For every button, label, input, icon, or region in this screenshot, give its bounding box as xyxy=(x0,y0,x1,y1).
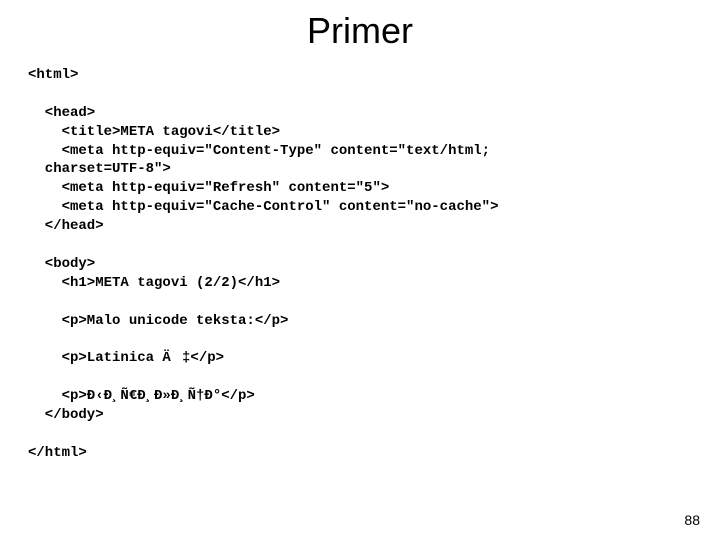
code-line: </body> xyxy=(28,407,104,423)
code-line: <meta http-equiv="Cache-Control" content… xyxy=(28,199,498,215)
code-line: <p>Đ‹Đ¸Ñ€Đ¸Đ»Đ¸Ñ†Đ°</p> xyxy=(28,388,255,404)
code-line: <head> xyxy=(28,105,95,121)
code-line: charset=UTF-8"> xyxy=(28,161,171,177)
code-line: </head> xyxy=(28,218,104,234)
slide-title: Primer xyxy=(0,0,720,52)
code-line: <body> xyxy=(28,256,95,272)
code-line: <p>Latinica Ä‡</p> xyxy=(28,350,224,366)
code-line: <meta http-equiv="Content-Type" content=… xyxy=(28,143,490,159)
code-line: <p>Malo unicode teksta:</p> xyxy=(28,313,288,329)
code-line: <meta http-equiv="Refresh" content="5"> xyxy=(28,180,389,196)
code-line: <title>META tagovi</title> xyxy=(28,124,280,140)
code-block: <html> <head> <title>META tagovi</title>… xyxy=(0,52,720,463)
code-line: <html> xyxy=(28,67,78,83)
code-line: <h1>META tagovi (2/2)</h1> xyxy=(28,275,280,291)
code-line: </html> xyxy=(28,445,87,461)
page-number: 88 xyxy=(684,512,700,528)
